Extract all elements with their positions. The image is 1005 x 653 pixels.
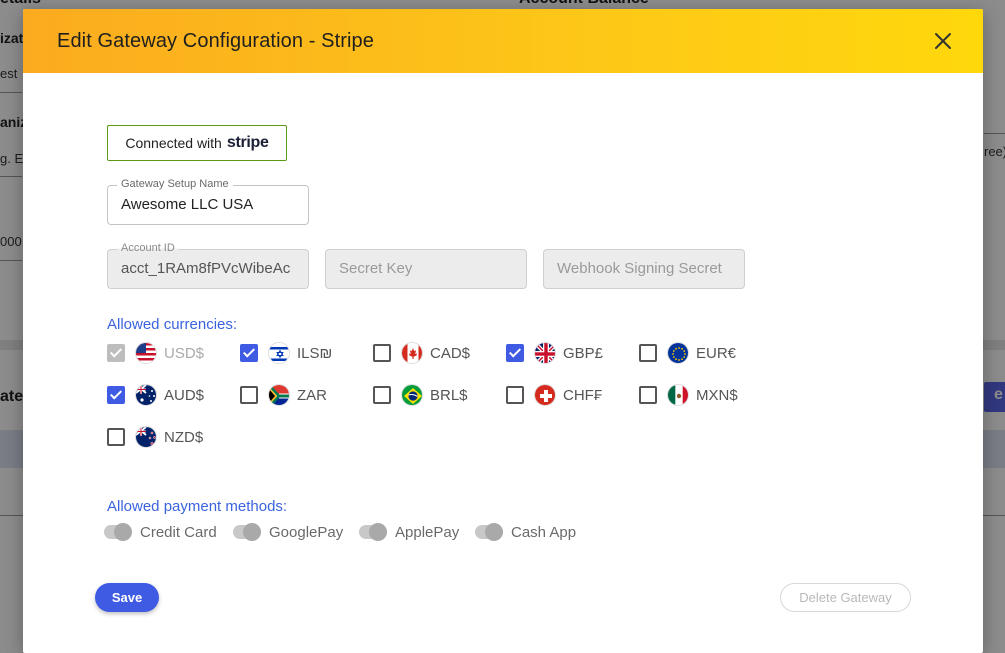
googlepay-toggle bbox=[233, 523, 261, 541]
gateway-setup-name-value: Awesome LLC USA bbox=[121, 196, 254, 213]
modal-body: Connected with stripe Gateway Setup Name… bbox=[23, 73, 983, 653]
currency-cad-label: CAD$ bbox=[430, 344, 471, 362]
currency-usd-checkbox bbox=[107, 344, 125, 362]
secret-key-field: Secret Key bbox=[325, 249, 527, 289]
webhook-signing-secret-field: Webhook Signing Secret bbox=[543, 249, 745, 289]
edit-gateway-modal: Edit Gateway Configuration - Stripe Conn… bbox=[23, 9, 983, 653]
currency-nzd[interactable]: NZD$ bbox=[107, 425, 203, 449]
credit-card-toggle bbox=[104, 523, 132, 541]
currency-aud-checkbox[interactable] bbox=[107, 386, 125, 404]
eu-flag-icon bbox=[667, 342, 689, 364]
currency-nzd-checkbox[interactable] bbox=[107, 428, 125, 446]
payment-method-applepay: ApplePay bbox=[359, 522, 459, 542]
currency-eur-label: EUR€ bbox=[696, 344, 737, 362]
delete-gateway-button: Delete Gateway bbox=[780, 583, 911, 612]
stripe-badge-prefix: Connected with bbox=[125, 135, 222, 151]
save-button[interactable]: Save bbox=[95, 583, 159, 612]
account-id-value: acct_1RAm8fPVcWibeAc bbox=[121, 260, 291, 277]
gb-flag-icon bbox=[534, 342, 556, 364]
modal-title: Edit Gateway Configuration - Stripe bbox=[57, 29, 374, 52]
currency-ils-checkbox[interactable] bbox=[240, 344, 258, 362]
allowed-currencies-title: Allowed currencies: bbox=[107, 316, 238, 333]
currency-aud-label: AUD$ bbox=[164, 386, 205, 404]
il-flag-icon bbox=[268, 342, 290, 364]
us-flag-icon bbox=[135, 342, 157, 364]
currency-eur-checkbox[interactable] bbox=[639, 344, 657, 362]
currency-gbp-checkbox[interactable] bbox=[506, 344, 524, 362]
currency-ils[interactable]: ILS₪ bbox=[240, 341, 332, 365]
currency-brl-checkbox[interactable] bbox=[373, 386, 391, 404]
au-flag-icon bbox=[135, 384, 157, 406]
nz-flag-icon bbox=[135, 426, 157, 448]
cash-app-label: Cash App bbox=[511, 523, 577, 541]
gateway-setup-name-field[interactable]: Gateway Setup Name Awesome LLC USA bbox=[107, 178, 309, 225]
payment-method-googlepay: GooglePay bbox=[233, 522, 343, 542]
secret-key-placeholder: Secret Key bbox=[339, 260, 413, 277]
currency-zar[interactable]: ZAR bbox=[240, 383, 327, 407]
allowed-payment-methods-title: Allowed payment methods: bbox=[107, 498, 288, 515]
currency-mxn[interactable]: MXN$ bbox=[639, 383, 738, 407]
mx-flag-icon bbox=[667, 384, 689, 406]
currency-nzd-label: NZD$ bbox=[164, 428, 204, 446]
stripe-connected-badge: Connected with stripe bbox=[107, 125, 287, 161]
currency-chf-checkbox[interactable] bbox=[506, 386, 524, 404]
currency-cad[interactable]: CAD$ bbox=[373, 341, 470, 365]
account-id-label: Account ID bbox=[117, 242, 179, 254]
stripe-logo: stripe bbox=[226, 134, 269, 151]
currency-usd: USD$ bbox=[107, 341, 204, 365]
currency-ils-label: ILS₪ bbox=[297, 344, 333, 362]
googlepay-label: GooglePay bbox=[269, 523, 344, 541]
ca-flag-icon bbox=[401, 342, 423, 364]
credit-card-label: Credit Card bbox=[140, 523, 217, 541]
payment-method-cash-app: Cash App bbox=[475, 522, 576, 542]
currency-gbp[interactable]: GBP£ bbox=[506, 341, 603, 365]
currency-zar-label: ZAR bbox=[297, 386, 327, 404]
close-icon bbox=[935, 33, 951, 49]
currency-aud[interactable]: AUD$ bbox=[107, 383, 204, 407]
currency-eur[interactable]: EUR€ bbox=[639, 341, 736, 365]
currency-zar-checkbox[interactable] bbox=[240, 386, 258, 404]
currency-brl-label: BRL$ bbox=[430, 386, 468, 404]
cash-app-toggle bbox=[475, 523, 503, 541]
close-button[interactable] bbox=[933, 31, 953, 51]
currency-brl[interactable]: BRL$ bbox=[373, 383, 468, 407]
account-id-field: Account ID acct_1RAm8fPVcWibeAc bbox=[107, 242, 309, 289]
currency-chf[interactable]: CHF₣ bbox=[506, 383, 602, 407]
applepay-label: ApplePay bbox=[395, 523, 460, 541]
currency-gbp-label: GBP£ bbox=[563, 344, 604, 362]
br-flag-icon bbox=[401, 384, 423, 406]
currency-mxn-label: MXN$ bbox=[696, 386, 738, 404]
applepay-toggle bbox=[359, 523, 387, 541]
za-flag-icon bbox=[268, 384, 290, 406]
currency-cad-checkbox[interactable] bbox=[373, 344, 391, 362]
currency-mxn-checkbox[interactable] bbox=[639, 386, 657, 404]
webhook-signing-secret-placeholder: Webhook Signing Secret bbox=[557, 260, 722, 277]
gateway-setup-name-label: Gateway Setup Name bbox=[117, 178, 233, 190]
ch-flag-icon bbox=[534, 384, 556, 406]
currency-chf-label: CHF₣ bbox=[563, 386, 603, 404]
modal-header: Edit Gateway Configuration - Stripe bbox=[23, 9, 983, 73]
currency-usd-label: USD$ bbox=[164, 344, 205, 362]
payment-method-credit-card: Credit Card bbox=[104, 522, 217, 542]
